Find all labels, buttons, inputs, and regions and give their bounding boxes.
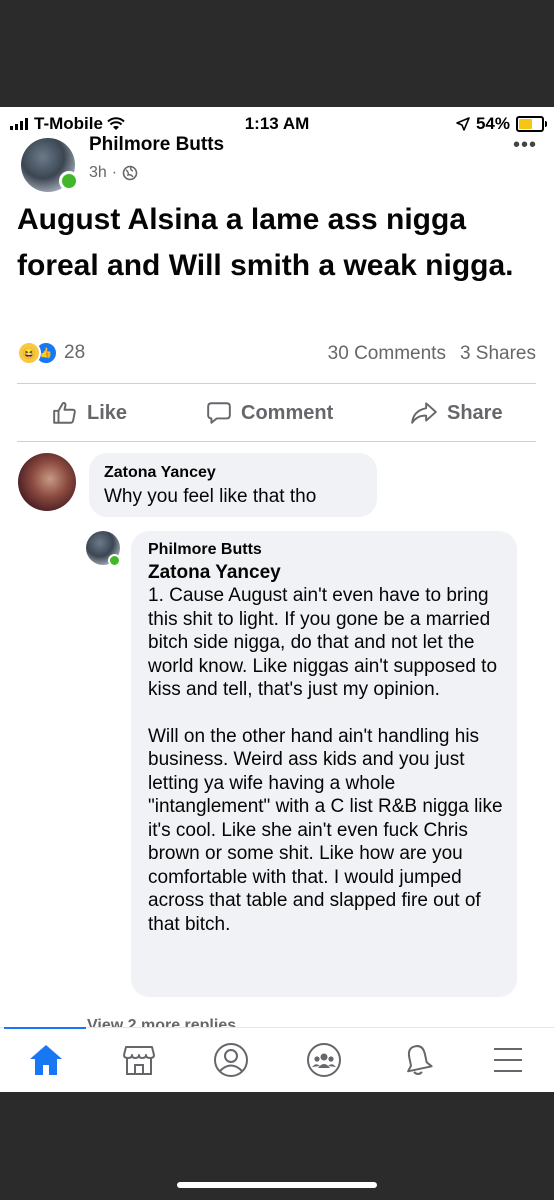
comment-text: Why you feel like that tho	[104, 486, 317, 507]
home-icon	[30, 1045, 62, 1075]
status-bar: T-Mobile 1:13 AM 54%	[0, 107, 554, 137]
battery-icon	[516, 116, 547, 132]
post-time[interactable]: 3h	[89, 164, 107, 182]
divider-top	[17, 383, 536, 384]
battery-percent: 54%	[475, 114, 510, 133]
commenter-avatar[interactable]	[18, 453, 76, 511]
active-tab-indicator	[4, 1027, 86, 1029]
comment-icon	[207, 402, 231, 424]
reply-paragraph-2: Will on the other hand ain't handling hi…	[148, 725, 503, 935]
online-indicator	[59, 171, 79, 191]
post-text: August Alsina a lame ass nigga foreal an…	[17, 203, 514, 282]
poster-name[interactable]: Philmore Butts	[89, 134, 224, 156]
comment-label: Comment	[241, 401, 334, 424]
reactions-summary[interactable]: 😆 👍 28	[17, 341, 85, 365]
status-right-group: 54%	[456, 114, 547, 134]
comment-bubble: Zatona Yancey Why you feel like that tho	[89, 453, 377, 517]
thumbs-up-icon	[53, 401, 76, 424]
haha-reaction-icon: 😆	[17, 341, 41, 365]
location-arrow-icon	[456, 117, 470, 131]
top-dark-area	[0, 0, 554, 107]
comments-count[interactable]: 30 Comments	[328, 343, 446, 365]
reply-online-indicator	[108, 554, 121, 567]
nav-menu[interactable]	[486, 1040, 530, 1080]
profile-icon	[214, 1043, 248, 1077]
home-indicator[interactable]	[177, 1182, 377, 1188]
bottom-nav	[0, 1027, 554, 1092]
post-actions: Like Comment Share	[0, 393, 554, 435]
engagement-counts: 30 Comments 3 Shares	[328, 343, 536, 365]
menu-icon	[494, 1048, 522, 1072]
nav-marketplace[interactable]	[117, 1040, 161, 1080]
nav-groups[interactable]	[302, 1040, 346, 1080]
nav-notifications[interactable]	[396, 1040, 440, 1080]
reply-author[interactable]: Philmore Butts	[148, 541, 504, 559]
reply-mention[interactable]: Zatona Yancey	[148, 562, 504, 584]
share-label: Share	[447, 401, 503, 424]
globe-icon	[122, 165, 138, 181]
reply-content: Philmore Butts Zatona Yancey 1. Cause Au…	[148, 541, 504, 936]
post-meta: 3h ·	[89, 164, 138, 182]
reply-paragraph-1: 1. Cause August ain't even have to bring…	[148, 585, 498, 700]
reaction-count: 28	[64, 342, 86, 363]
comment-button[interactable]: Comment	[206, 400, 333, 426]
like-button[interactable]: Like	[52, 400, 127, 426]
reply-bubble: Philmore Butts Zatona Yancey 1. Cause Au…	[131, 531, 517, 997]
share-button[interactable]: Share	[410, 400, 503, 426]
groups-icon	[307, 1043, 341, 1077]
like-label: Like	[87, 401, 128, 424]
nav-profile[interactable]	[209, 1040, 253, 1080]
nav-home[interactable]	[24, 1040, 68, 1080]
more-options-icon[interactable]: •••	[513, 135, 537, 155]
share-arrow-icon	[411, 402, 437, 424]
comment-author[interactable]: Zatona Yancey	[104, 464, 216, 482]
marketplace-icon	[123, 1046, 155, 1075]
shares-count[interactable]: 3 Shares	[460, 343, 536, 365]
divider-bottom	[17, 441, 536, 442]
phone-screen: T-Mobile 1:13 AM 54% Philmore Butts 3h ·…	[0, 107, 554, 1092]
notifications-icon	[407, 1045, 433, 1075]
